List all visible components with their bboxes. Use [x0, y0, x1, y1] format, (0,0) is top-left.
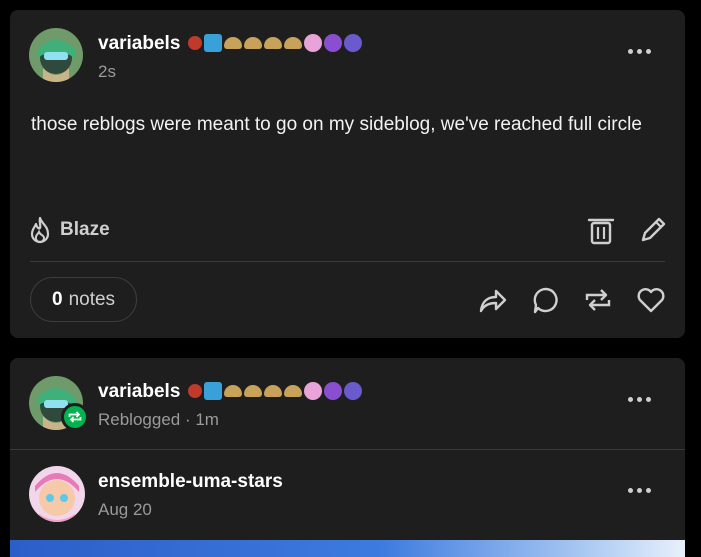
timestamp: 2s [98, 62, 116, 81]
original-date: Aug 20 [98, 500, 152, 519]
purple-face-badge-icon [344, 382, 362, 400]
delete-button[interactable] [584, 213, 618, 247]
dot-icon [646, 488, 651, 493]
pink-badge-icon [304, 382, 322, 400]
avatar[interactable] [29, 28, 83, 82]
dot-icon [628, 397, 633, 402]
hat-badge-icon [264, 37, 282, 49]
share-arrow-icon [479, 289, 507, 313]
flame-icon [30, 216, 50, 244]
hat-badge-icon [224, 37, 242, 49]
more-options-button[interactable] [622, 391, 657, 408]
purple-face-badge-icon [344, 34, 362, 52]
dot-icon [646, 397, 651, 402]
dot-icon [628, 49, 633, 54]
like-button[interactable] [634, 283, 668, 317]
reblog-button[interactable] [581, 283, 615, 317]
reblog-post-card: variabels Reblogged · 1m ensemble-uma-st… [10, 358, 685, 557]
pink-badge-icon [304, 34, 322, 52]
hat-badge-icon [284, 385, 302, 397]
more-options-button[interactable] [622, 43, 657, 60]
badge-row [188, 382, 362, 400]
blaze-label: Blaze [60, 219, 110, 240]
reply-button[interactable] [529, 283, 563, 317]
post-body: those reblogs were meant to go on my sid… [31, 114, 642, 135]
original-poster-avatar[interactable] [29, 466, 85, 522]
notes-label: notes [68, 288, 116, 310]
reblog-icon [585, 289, 611, 311]
blue-ribbon-badge-icon [204, 34, 222, 52]
badge-row [188, 34, 362, 52]
purple-paw-badge-icon [324, 34, 342, 52]
original-more-options-button[interactable] [622, 482, 657, 499]
blue-ribbon-badge-icon [204, 382, 222, 400]
heart-icon [637, 288, 665, 313]
dot-icon [637, 488, 642, 493]
red-badge-icon [188, 36, 202, 50]
post-image[interactable] [10, 540, 685, 557]
dot-icon [628, 488, 633, 493]
hat-badge-icon [284, 37, 302, 49]
reblog-indicator [61, 403, 89, 431]
original-username[interactable]: ensemble-uma-stars [98, 471, 283, 493]
pencil-icon [641, 217, 666, 242]
hat-badge-icon [244, 385, 262, 397]
comment-icon [533, 287, 558, 314]
purple-paw-badge-icon [324, 382, 342, 400]
hat-badge-icon [244, 37, 262, 49]
trash-icon [587, 218, 615, 245]
notes-button[interactable]: 0 notes [30, 277, 138, 322]
hat-badge-icon [224, 385, 242, 397]
dot-icon [646, 49, 651, 54]
reblog-icon [68, 411, 82, 423]
dot-icon [637, 49, 642, 54]
username[interactable]: variabels [98, 381, 180, 403]
username[interactable]: variabels [98, 33, 180, 55]
red-badge-icon [188, 384, 202, 398]
edit-button[interactable] [636, 213, 670, 247]
post-card: variabels 2s those reblogs were meant to… [10, 10, 685, 338]
hat-badge-icon [264, 385, 282, 397]
share-button[interactable] [476, 283, 510, 317]
notes-count: 0 [52, 288, 63, 310]
divider [30, 261, 665, 262]
blaze-button[interactable]: Blaze [28, 216, 110, 244]
divider [10, 449, 685, 450]
reblog-meta: Reblogged · 1m [98, 410, 219, 429]
dot-icon [637, 397, 642, 402]
